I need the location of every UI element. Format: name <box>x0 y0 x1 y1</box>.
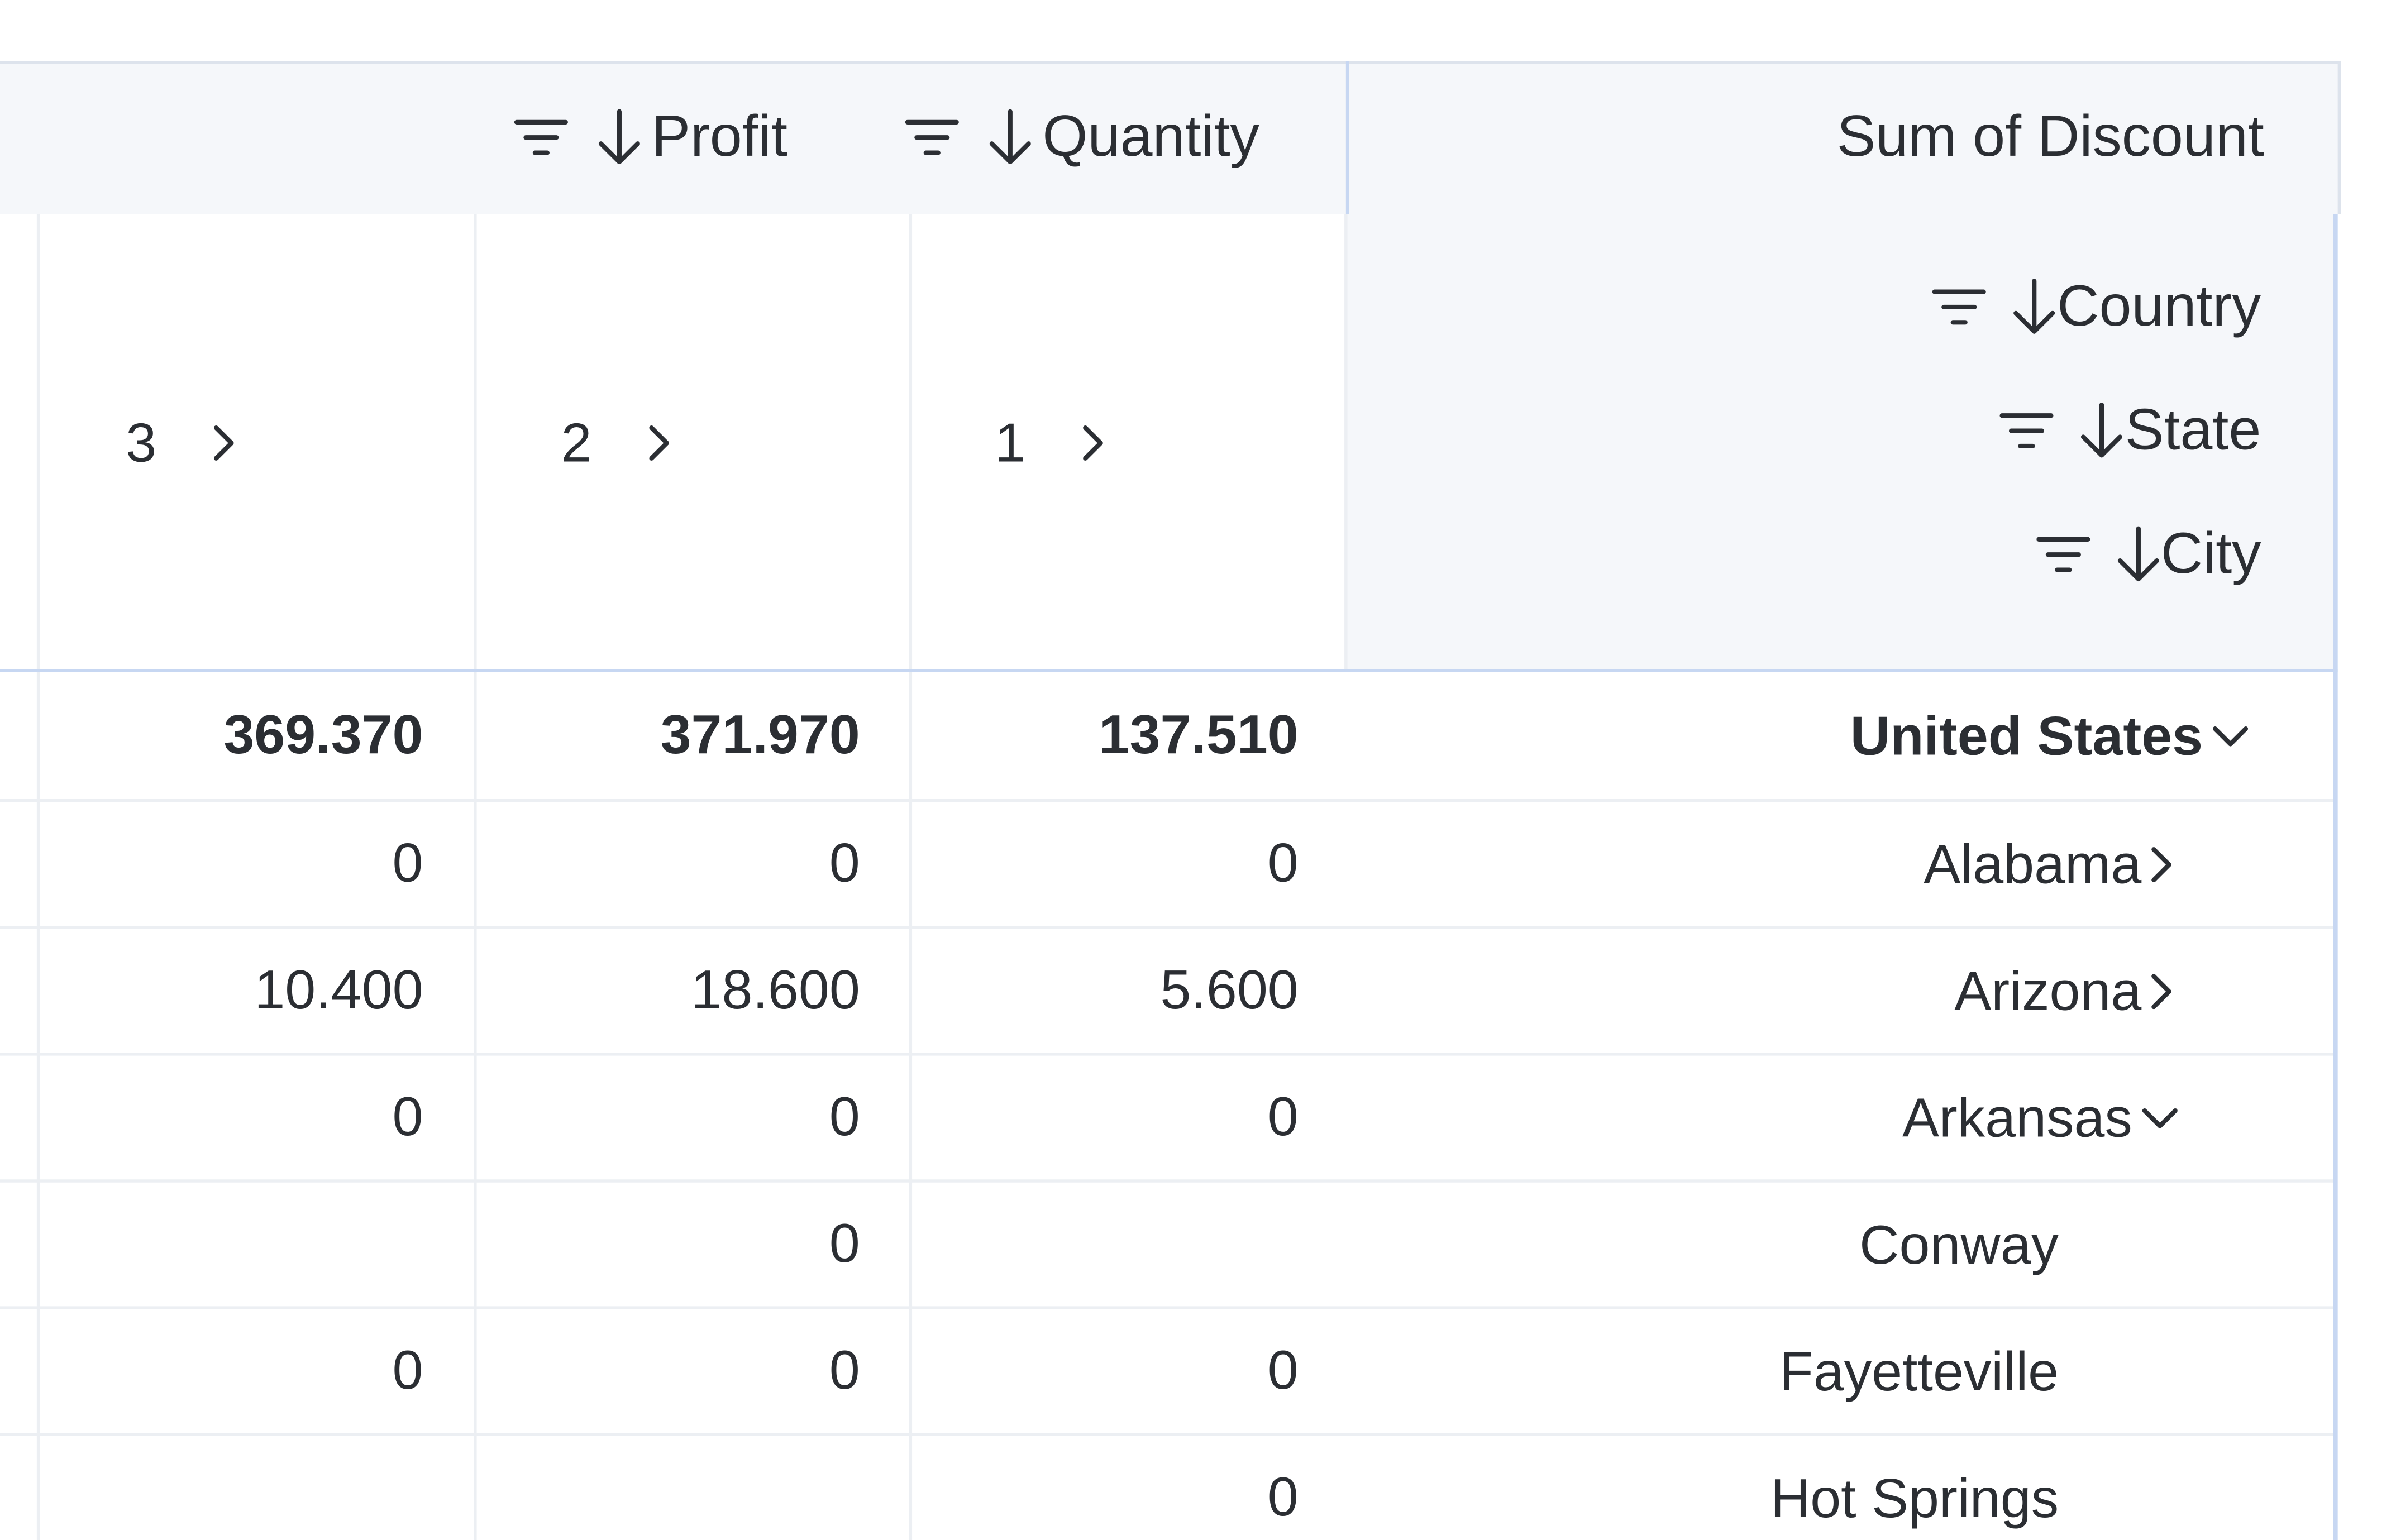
row-divider <box>0 1053 2333 1056</box>
row-divider <box>0 1433 2333 1436</box>
row-header-hot-springs[interactable]: Hot Springs <box>1770 1461 2059 1537</box>
grid-right-border <box>2333 214 2338 1540</box>
column-divider <box>1344 214 1348 672</box>
value-cell <box>474 1459 860 1536</box>
row-header-label: Alabama <box>1924 833 2142 896</box>
value-cell: 18.600 <box>691 958 860 1021</box>
value-cell: 371.970 <box>660 702 860 766</box>
profit-sort-header[interactable]: Profit <box>513 104 787 171</box>
row-divider <box>0 1306 2333 1309</box>
value-cell: 0 <box>829 1084 860 1147</box>
value-cell: 369.370 <box>223 702 423 766</box>
country-field[interactable]: Country <box>1931 269 2261 346</box>
filter-icon[interactable] <box>2035 532 2090 577</box>
value-cell <box>37 1459 423 1536</box>
chevron-right-icon[interactable] <box>2147 969 2175 1015</box>
row-divider <box>0 926 2333 929</box>
value-cell <box>37 1206 423 1282</box>
value-cell: 137.510 <box>1099 702 1299 766</box>
row-header-arkansas[interactable]: Arkansas <box>1902 1080 2182 1156</box>
row-header-label: Hot Springs <box>1770 1466 2059 1529</box>
chevron-right-icon[interactable] <box>2147 842 2175 888</box>
column-header-3[interactable]: 3 <box>126 405 239 481</box>
value-cell: 0 <box>392 1084 423 1147</box>
sort-descending-icon[interactable] <box>987 107 1033 168</box>
column-header-label: 2 <box>561 411 592 474</box>
column-header-1[interactable]: 1 <box>995 405 1108 481</box>
header-bottom-border <box>0 669 2338 672</box>
value-cell: 0 <box>1267 1084 1299 1147</box>
row-divider <box>0 798 2333 802</box>
column-header-label: 3 <box>126 411 157 474</box>
city-label: City <box>2160 522 2261 586</box>
value-cell: 0 <box>1267 1465 1299 1528</box>
chevron-down-icon[interactable] <box>2139 1100 2182 1137</box>
value-cell <box>909 1206 1299 1282</box>
quantity-label: Quantity <box>1042 104 1259 169</box>
row-header-label: Arizona <box>1954 959 2142 1022</box>
row-header-conway[interactable]: Conway <box>1859 1207 2059 1284</box>
row-header-label: Arkansas <box>1902 1086 2132 1149</box>
column-header-label: 1 <box>995 411 1026 474</box>
filter-icon[interactable] <box>513 114 569 160</box>
value-cell: 0 <box>1267 831 1299 894</box>
filter-icon[interactable] <box>1931 284 1987 330</box>
header-divider <box>1345 61 1349 214</box>
state-field[interactable]: State <box>1999 393 2261 469</box>
state-label: State <box>2125 398 2261 462</box>
city-field[interactable]: City <box>2035 516 2261 593</box>
value-cell: 0 <box>1267 1338 1299 1402</box>
value-cell: 0 <box>392 831 423 894</box>
sort-descending-icon[interactable] <box>2115 524 2160 585</box>
sum-of-discount-header: Sum of Discount <box>1837 104 2264 171</box>
row-header-label: Conway <box>1859 1213 2059 1276</box>
row-header-alabama[interactable]: Alabama <box>1924 826 2175 903</box>
sum-of-discount-label: Sum of Discount <box>1836 104 2264 169</box>
sort-descending-icon[interactable] <box>2011 276 2057 337</box>
profit-label: Profit <box>651 104 787 169</box>
row-divider <box>0 1179 2333 1183</box>
value-cell: 5.600 <box>1160 958 1299 1021</box>
filter-icon[interactable] <box>1999 408 2055 454</box>
chevron-right-icon[interactable] <box>1078 420 1109 466</box>
country-label: Country <box>2057 274 2261 339</box>
row-header-label: Fayetteville <box>1779 1340 2059 1403</box>
value-cell: 0 <box>829 1338 860 1402</box>
value-cell: 0 <box>829 831 860 894</box>
row-header-label: United States <box>1850 704 2203 767</box>
sort-descending-icon[interactable] <box>2079 400 2125 461</box>
column-header-2[interactable]: 2 <box>561 405 675 481</box>
chevron-right-icon[interactable] <box>208 420 239 466</box>
chevron-down-icon[interactable] <box>2209 718 2252 755</box>
row-header-united-states[interactable]: United States <box>1850 698 2252 774</box>
chevron-right-icon[interactable] <box>644 420 675 466</box>
sort-descending-icon[interactable] <box>596 107 642 168</box>
quantity-sort-header[interactable]: Quantity <box>904 104 1259 171</box>
value-cell: 10.400 <box>254 958 423 1021</box>
value-cell: 0 <box>392 1338 423 1402</box>
value-cell: 0 <box>829 1211 860 1274</box>
row-header-fayetteville[interactable]: Fayetteville <box>1779 1334 2059 1410</box>
filter-icon[interactable] <box>904 114 960 160</box>
row-header-arizona[interactable]: Arizona <box>1954 953 2175 1030</box>
